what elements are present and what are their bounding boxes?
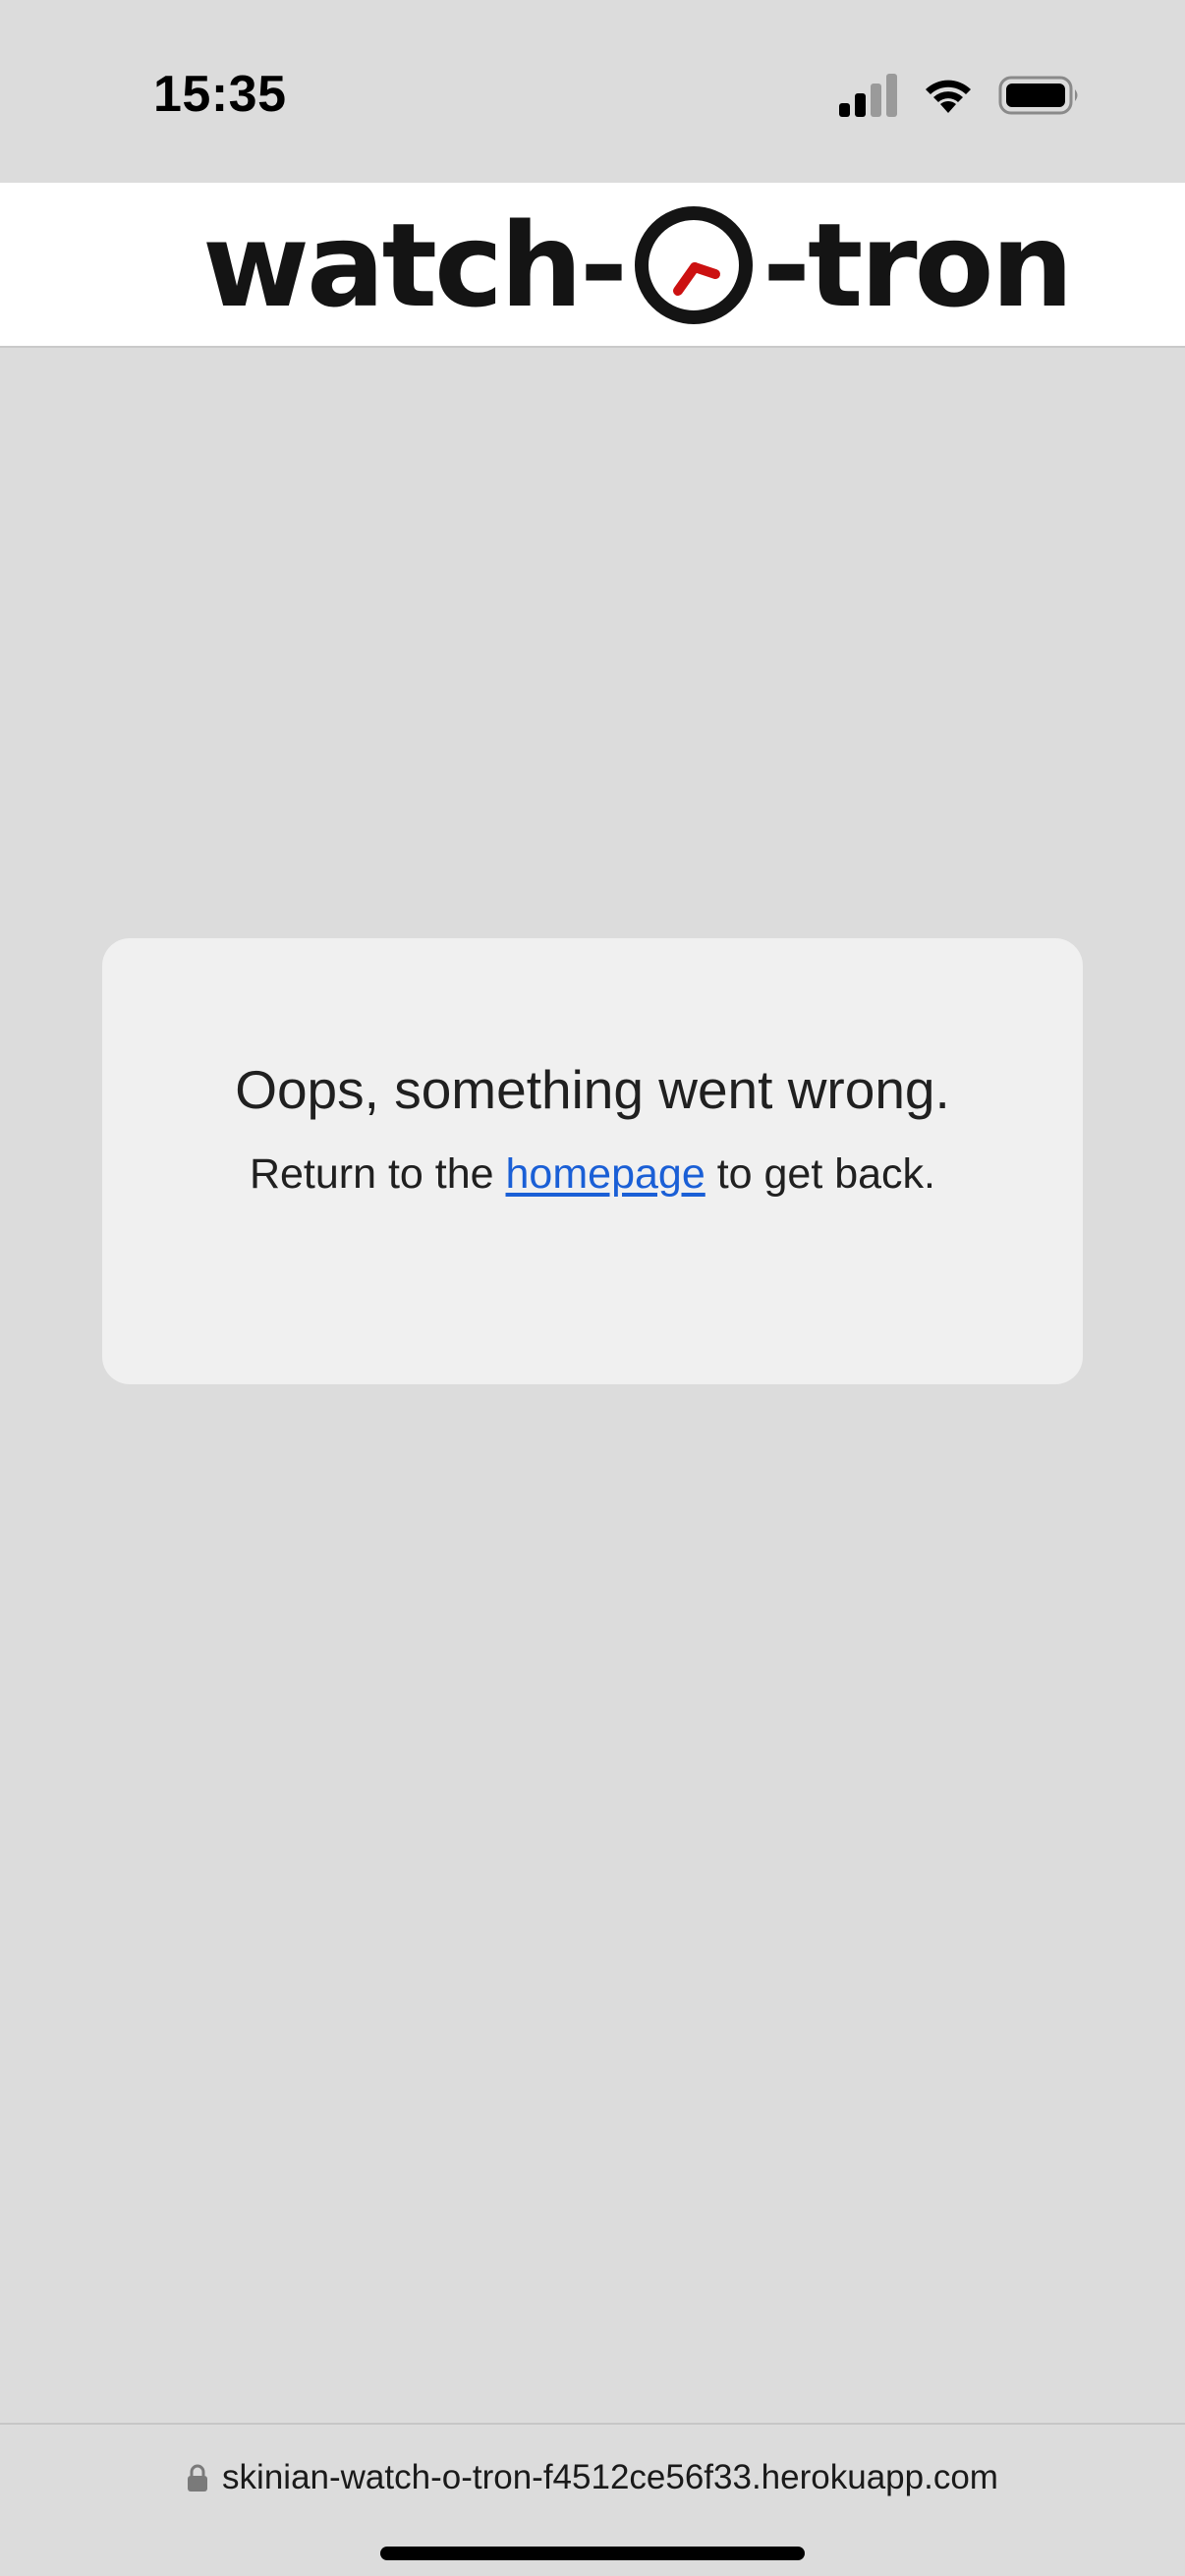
error-message: Return to the homepage to get back.	[102, 1149, 1083, 1201]
logo-text-left: watch-	[202, 197, 628, 333]
battery-icon	[998, 76, 1078, 115]
homepage-link[interactable]: homepage	[506, 1150, 705, 1198]
error-message-suffix: to get back.	[705, 1150, 936, 1198]
url-text: skinian-watch-o-tron-f4512ce56f33.heroku…	[222, 2458, 998, 2496]
logo[interactable]: watch- -tron	[202, 196, 1074, 334]
site-header: watch- -tron	[0, 183, 1185, 348]
error-card: Oops, something went wrong. Return to th…	[102, 938, 1083, 1384]
browser-address-bar[interactable]: skinian-watch-o-tron-f4512ce56f33.heroku…	[0, 2423, 1185, 2576]
address-field[interactable]: skinian-watch-o-tron-f4512ce56f33.heroku…	[0, 2458, 1185, 2497]
lock-icon	[188, 2464, 208, 2492]
home-indicator[interactable]	[380, 2547, 805, 2560]
logo-text-right: -tron	[762, 197, 1074, 333]
status-time: 15:35	[153, 66, 287, 123]
status-bar: 15:35	[0, 0, 1185, 183]
error-heading: Oops, something went wrong.	[235, 1059, 950, 1120]
error-message-prefix: Return to the	[249, 1150, 506, 1198]
clock-icon	[634, 206, 753, 324]
status-icons	[839, 71, 1081, 120]
signal-icon	[839, 74, 897, 117]
wifi-icon	[926, 80, 971, 113]
